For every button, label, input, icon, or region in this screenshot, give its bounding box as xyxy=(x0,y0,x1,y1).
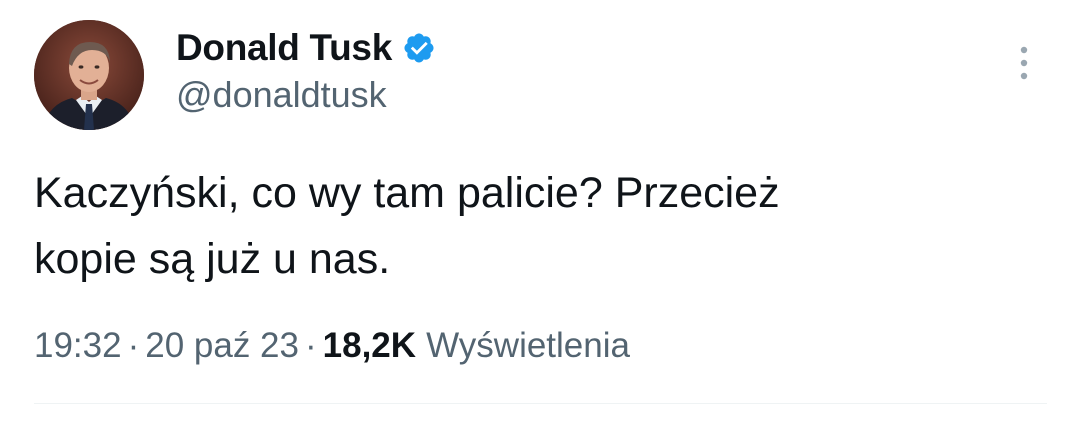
author-display-name[interactable]: Donald Tusk xyxy=(176,27,392,69)
profile-avatar-image xyxy=(34,20,144,130)
views-count[interactable]: 18,2K xyxy=(323,326,426,366)
tweet: Donald Tusk @donaldtusk Kaczyński, co wy… xyxy=(0,0,1080,425)
views-label[interactable]: Wyświetlenia xyxy=(426,326,630,366)
meta-separator: · xyxy=(305,326,317,365)
author-handle[interactable]: @donaldtusk xyxy=(176,74,387,116)
tweet-time[interactable]: 19:32 xyxy=(34,326,122,366)
tweet-text-line: kopie są już u nas. xyxy=(34,235,391,283)
meta-separator: · xyxy=(127,326,140,365)
more-options-icon[interactable] xyxy=(1006,44,1042,84)
tweet-meta: 19:32 · 20 paź 23 · 18,2K Wyświetlenia xyxy=(34,326,630,366)
verified-badge-icon[interactable] xyxy=(402,31,436,65)
divider xyxy=(34,403,1047,404)
author-name-row: Donald Tusk xyxy=(176,26,436,70)
avatar[interactable] xyxy=(34,20,144,130)
tweet-text-line: Kaczyński, co wy tam palicie? Przecież xyxy=(34,169,780,217)
tweet-date[interactable]: 20 paź 23 xyxy=(145,326,299,366)
tweet-text: Kaczyński, co wy tam palicie? Przecież k… xyxy=(34,160,1014,292)
